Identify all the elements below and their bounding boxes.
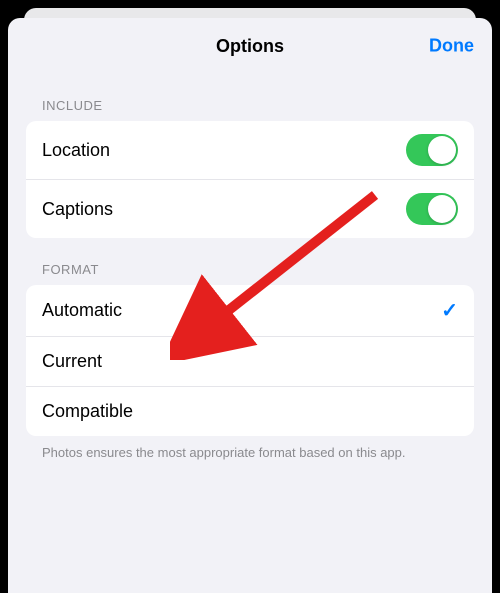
format-section-header: FORMAT [8,238,492,285]
captions-toggle[interactable] [406,193,458,225]
format-compatible-row[interactable]: Compatible [26,386,474,436]
options-sheet: Options Done INCLUDE Location Captions F… [8,18,492,593]
location-label: Location [42,140,110,161]
toggle-knob-icon [428,136,456,164]
include-group: Location Captions [26,121,474,238]
checkmark-icon: ✓ [441,298,458,323]
captions-label: Captions [42,199,113,220]
format-automatic-row[interactable]: Automatic ✓ [26,285,474,336]
location-toggle[interactable] [406,134,458,166]
format-current-row[interactable]: Current [26,336,474,386]
toggle-knob-icon [428,195,456,223]
sheet-title: Options [216,36,284,57]
format-automatic-label: Automatic [42,300,122,321]
sheet-header: Options Done [8,18,492,74]
captions-row: Captions [26,179,474,238]
format-compatible-label: Compatible [42,401,133,422]
include-section-header: INCLUDE [8,74,492,121]
done-button[interactable]: Done [429,36,474,57]
format-current-label: Current [42,351,102,372]
format-group: Automatic ✓ Current Compatible [26,285,474,436]
location-row: Location [26,121,474,179]
format-footer-text: Photos ensures the most appropriate form… [8,436,492,462]
